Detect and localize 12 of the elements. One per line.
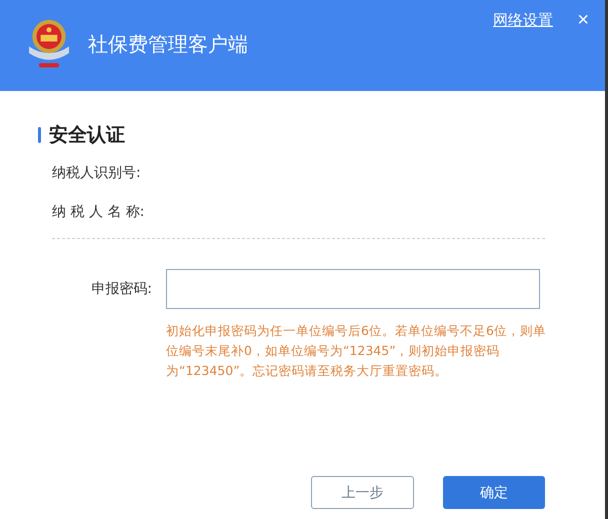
field-label: 纳 税 人 名 称:: [52, 203, 146, 222]
app-title: 社保费管理客户端: [88, 31, 248, 58]
hint-text: 初始化申报密码为任一单位编号后6位。若单位编号不足6位，则单位编号末尾补0，如单位编号为“12345”，则初始申报密码为“123450”。忘记密码请至税务大厅重置密码。: [166, 322, 546, 380]
confirm-button[interactable]: 确定: [442, 476, 545, 509]
network-settings-link[interactable]: 网络设置: [493, 11, 553, 30]
close-button[interactable]: ×: [573, 9, 593, 31]
section-title: 安全认证: [49, 123, 125, 148]
accent-bar: [38, 127, 41, 143]
field-label: 申报密码:: [90, 280, 152, 298]
password-field[interactable]: [166, 269, 540, 309]
back-button[interactable]: 上一步: [311, 476, 414, 509]
field-label: 纳税人识别号:: [52, 164, 142, 183]
